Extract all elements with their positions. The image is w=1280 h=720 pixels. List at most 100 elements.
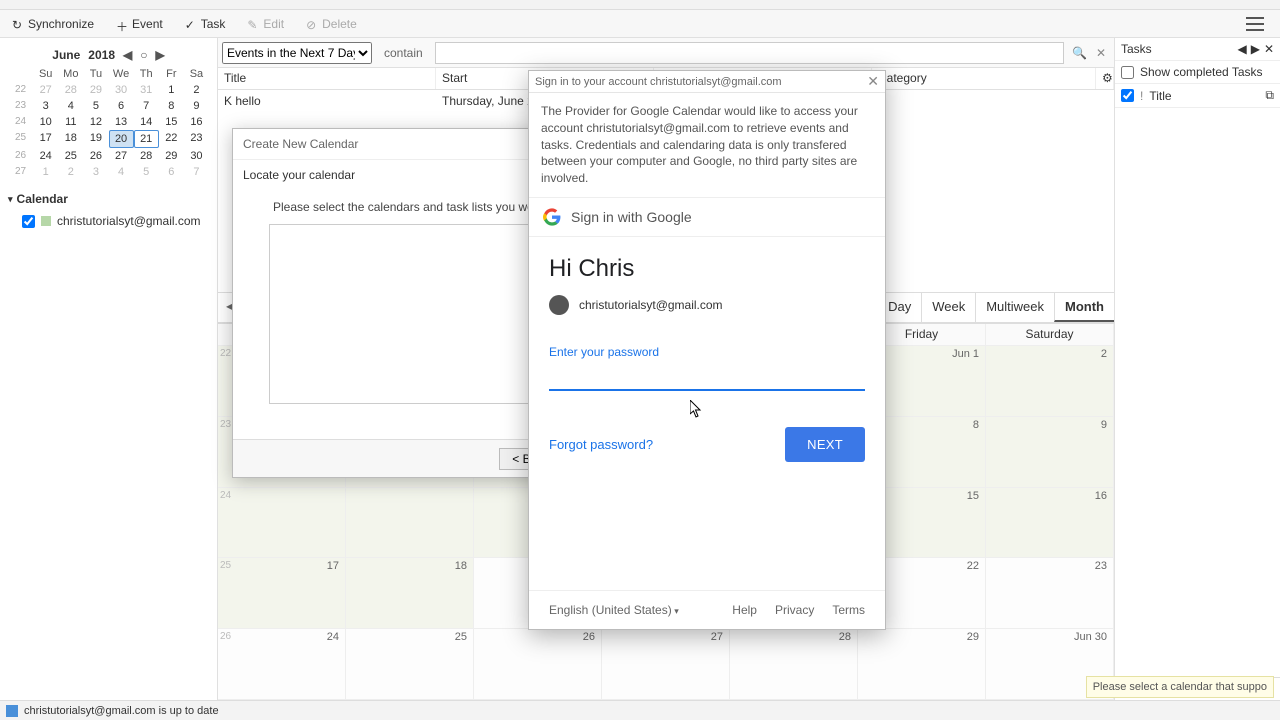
minical-day[interactable]: 30 xyxy=(109,82,134,98)
minical-day[interactable]: 13 xyxy=(109,114,134,130)
tasks-sort-icon[interactable]: ⧉ xyxy=(1265,88,1274,103)
minical-day[interactable]: 5 xyxy=(83,98,108,114)
minical-day[interactable]: 16 xyxy=(184,114,209,130)
grid-cell[interactable]: 24 xyxy=(218,488,346,559)
minical-day[interactable]: 28 xyxy=(58,82,83,98)
grid-cell[interactable]: 9 xyxy=(986,417,1114,488)
minical-month: June xyxy=(52,48,80,62)
filter-input[interactable] xyxy=(435,42,1064,64)
language-select[interactable]: English (United States) xyxy=(549,603,679,617)
minical-day[interactable]: 2 xyxy=(58,164,83,180)
grid-cell[interactable]: 16 xyxy=(986,488,1114,559)
minical-day[interactable]: 26 xyxy=(83,148,108,164)
grid-cell[interactable]: 2 xyxy=(986,346,1114,417)
calendar-section-heading[interactable]: Calendar xyxy=(0,186,217,212)
minical-day[interactable]: 14 xyxy=(134,114,159,130)
minical-day[interactable]: 31 xyxy=(134,82,159,98)
dialog-close-icon[interactable]: ✕ xyxy=(867,73,879,90)
grid-cell[interactable]: 27 xyxy=(602,629,730,700)
minical-day[interactable]: 7 xyxy=(134,98,159,114)
minical-day[interactable]: 18 xyxy=(58,130,83,148)
tasks-close-icon[interactable]: ✕ xyxy=(1264,42,1274,56)
grid-cell[interactable]: 2624 xyxy=(218,629,346,700)
tasks-title: Tasks xyxy=(1121,42,1152,56)
minical-day[interactable]: 7 xyxy=(184,164,209,180)
forgot-password-link[interactable]: Forgot password? xyxy=(549,437,653,452)
calendar-list-item[interactable]: christutorialsyt@gmail.com xyxy=(0,212,217,230)
col-category[interactable]: Category xyxy=(872,68,1096,89)
minical-day[interactable]: 30 xyxy=(184,148,209,164)
minical-day[interactable]: 23 xyxy=(184,130,209,148)
edit-button[interactable]: ✎Edit xyxy=(241,15,290,33)
minical-day[interactable]: 10 xyxy=(33,114,58,130)
minical-day[interactable]: 28 xyxy=(134,148,159,164)
grid-cell[interactable]: 25 xyxy=(346,629,474,700)
minical-day[interactable]: 6 xyxy=(109,98,134,114)
view-multiweek[interactable]: Multiweek xyxy=(975,293,1054,322)
grid-cell[interactable]: 18 xyxy=(346,558,474,629)
tasks-next-icon[interactable]: ▶ xyxy=(1251,42,1260,56)
help-link[interactable]: Help xyxy=(732,603,757,617)
tasks-prev-icon[interactable]: ◀ xyxy=(1237,42,1246,56)
today-icon[interactable]: ○ xyxy=(140,48,147,62)
grid-cell[interactable]: 28 xyxy=(730,629,858,700)
minical-day[interactable]: 20 xyxy=(109,130,134,148)
minical-week: 26 xyxy=(8,148,33,164)
prev-month-icon[interactable]: ◀ xyxy=(123,48,132,62)
password-input[interactable] xyxy=(549,363,865,391)
minical-day[interactable]: 22 xyxy=(159,130,184,148)
minical-day[interactable]: 24 xyxy=(33,148,58,164)
minical-day[interactable]: 5 xyxy=(134,164,159,180)
calendar-checkbox[interactable] xyxy=(22,215,35,228)
new-task-button[interactable]: ✓Task xyxy=(179,15,232,33)
minical-day[interactable]: 3 xyxy=(83,164,108,180)
col-title[interactable]: Title xyxy=(218,68,436,89)
minical-day[interactable]: 2 xyxy=(184,82,209,98)
new-event-button[interactable]: ＋Event xyxy=(110,15,169,33)
search-icon[interactable]: 🔍 xyxy=(1072,46,1088,60)
grid-week: 22 xyxy=(220,348,231,359)
next-month-icon[interactable]: ▶ xyxy=(155,48,164,62)
minical-day[interactable]: 19 xyxy=(83,130,108,148)
delete-button[interactable]: ⊘Delete xyxy=(300,15,363,33)
menu-icon[interactable] xyxy=(1246,17,1264,31)
privacy-link[interactable]: Privacy xyxy=(775,603,814,617)
minical-day[interactable]: 8 xyxy=(159,98,184,114)
minical-day[interactable]: 29 xyxy=(159,148,184,164)
grid-daynum: Jun 30 xyxy=(1074,631,1107,643)
grid-daynum: 9 xyxy=(1101,419,1107,431)
google-next-button[interactable]: NEXT xyxy=(785,427,865,462)
minical-day[interactable]: 3 xyxy=(33,98,58,114)
tasks-title-checkbox[interactable] xyxy=(1121,89,1134,102)
minical-day[interactable]: 4 xyxy=(109,164,134,180)
minical-day[interactable]: 4 xyxy=(58,98,83,114)
clear-filter-icon[interactable]: ✕ xyxy=(1096,46,1110,60)
minical-day[interactable]: 12 xyxy=(83,114,108,130)
show-completed-checkbox[interactable] xyxy=(1121,66,1134,79)
minical-day[interactable]: 17 xyxy=(33,130,58,148)
terms-link[interactable]: Terms xyxy=(832,603,865,617)
minical-day[interactable]: 29 xyxy=(83,82,108,98)
minical-day[interactable]: 9 xyxy=(184,98,209,114)
minical-dow: Fr xyxy=(159,66,184,82)
minical-day[interactable]: 27 xyxy=(109,148,134,164)
synchronize-button[interactable]: ↻Synchronize xyxy=(6,15,100,33)
minical-day[interactable]: 25 xyxy=(58,148,83,164)
minical-day[interactable]: 6 xyxy=(159,164,184,180)
grid-cell[interactable]: 2517 xyxy=(218,558,346,629)
minical-day[interactable]: 1 xyxy=(159,82,184,98)
view-week[interactable]: Week xyxy=(921,293,975,322)
minical-day[interactable]: 21 xyxy=(134,130,159,148)
grid-cell[interactable]: 29 xyxy=(858,629,986,700)
minical-day[interactable]: 27 xyxy=(33,82,58,98)
minical-day[interactable]: 11 xyxy=(58,114,83,130)
minical-day[interactable]: 15 xyxy=(159,114,184,130)
view-month[interactable]: Month xyxy=(1054,293,1114,322)
minical-day[interactable]: 1 xyxy=(33,164,58,180)
grid-cell[interactable]: 26 xyxy=(474,629,602,700)
grid-cell[interactable] xyxy=(346,488,474,559)
columns-gear-icon[interactable]: ⚙ xyxy=(1096,68,1114,89)
grid-cell[interactable]: 23 xyxy=(986,558,1114,629)
tasks-title-col: Title xyxy=(1149,89,1171,103)
events-range-select[interactable]: Events in the Next 7 Days xyxy=(222,42,372,64)
